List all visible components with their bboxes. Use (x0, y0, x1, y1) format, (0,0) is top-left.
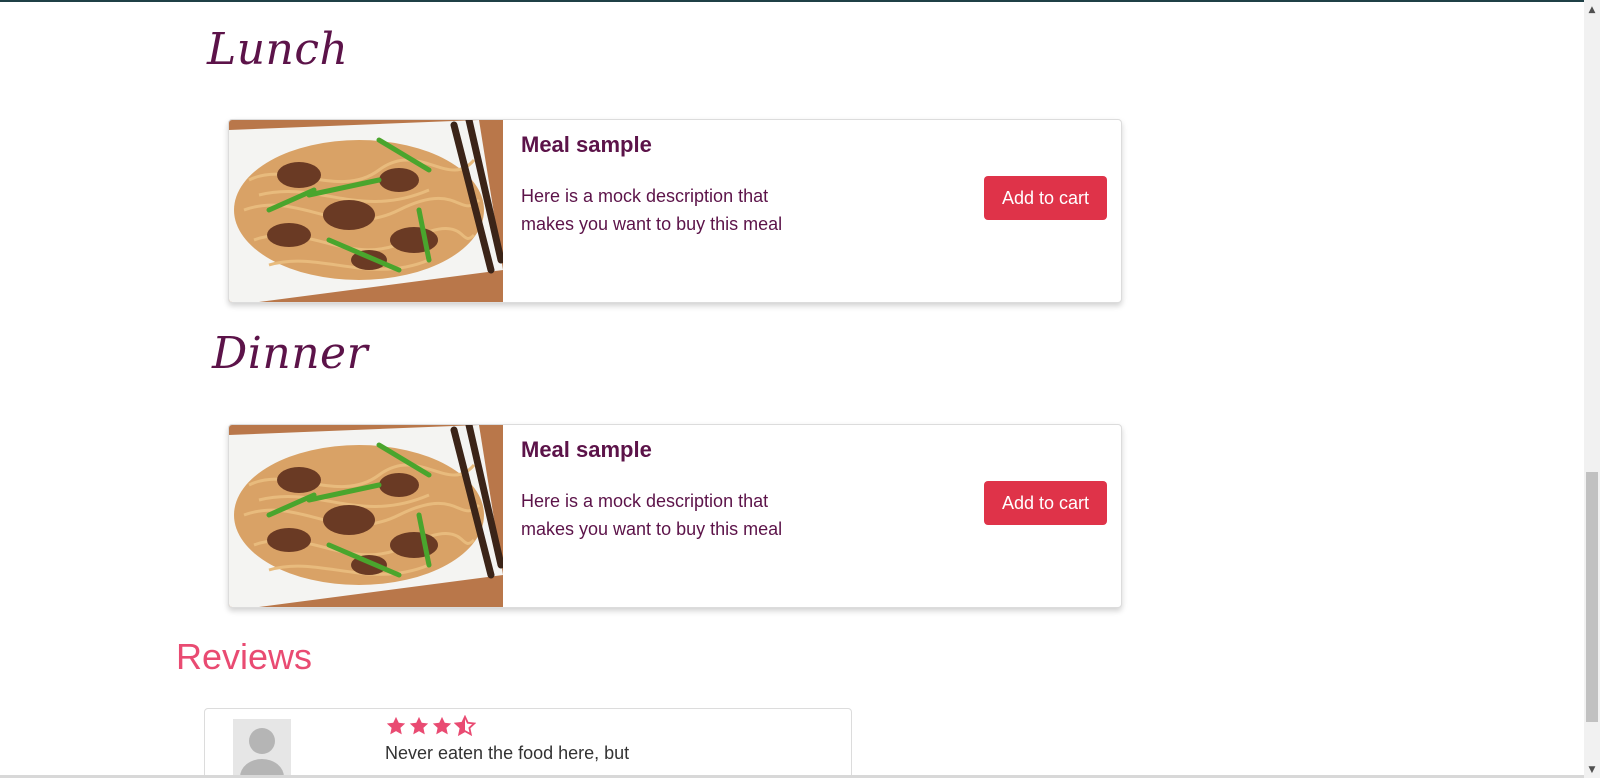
meal-card-dinner: Meal sample Here is a mock description t… (228, 424, 1122, 608)
review-card: Never eaten the food here, but (204, 708, 852, 778)
page-content: Lunch Meal sample Here is a mock descrip… (0, 0, 1584, 778)
vertical-scrollbar[interactable]: ▲ ▼ (1584, 0, 1600, 778)
meal-image (229, 120, 503, 302)
meal-description: Here is a mock description that makes yo… (521, 186, 783, 234)
avatar (233, 719, 291, 778)
reviews-heading: Reviews (176, 636, 313, 677)
meal-title: Meal sample (521, 132, 652, 157)
meal-title: Meal sample (521, 437, 652, 462)
add-to-cart-button[interactable]: Add to cart (984, 481, 1107, 525)
half-star-icon (453, 714, 477, 737)
review-rating (385, 714, 477, 737)
section-title-dinner: Dinner (212, 328, 369, 379)
scroll-up-arrow-icon[interactable]: ▲ (1584, 2, 1600, 18)
meal-description: Here is a mock description that makes yo… (521, 491, 783, 539)
meal-card-lunch: Meal sample Here is a mock description t… (228, 119, 1122, 303)
review-text: Never eaten the food here, but (385, 743, 630, 763)
star-icon (431, 715, 453, 737)
meal-image (229, 425, 503, 607)
star-icon (408, 715, 430, 737)
scrollbar-thumb[interactable] (1586, 472, 1598, 722)
add-to-cart-button[interactable]: Add to cart (984, 176, 1107, 220)
star-icon (385, 715, 407, 737)
section-title-lunch: Lunch (207, 24, 349, 75)
scroll-down-arrow-icon[interactable]: ▼ (1584, 762, 1600, 778)
